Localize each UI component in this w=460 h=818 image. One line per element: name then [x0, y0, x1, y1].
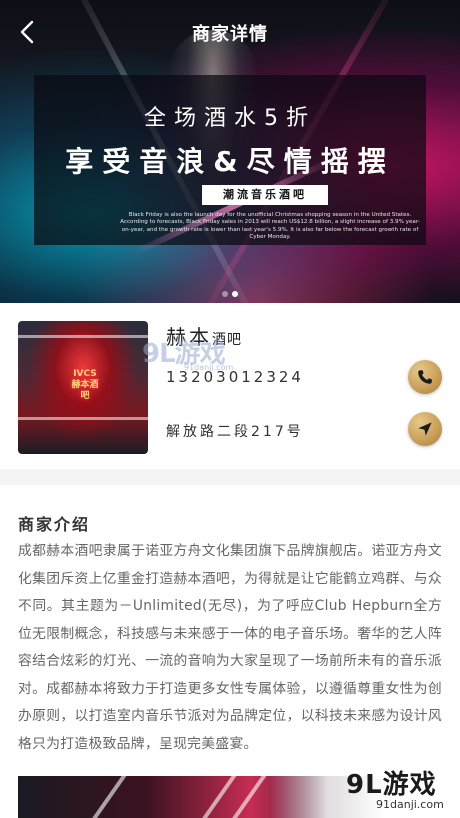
store-photo[interactable]: IVCS 赫本酒吧	[18, 321, 148, 454]
promo-headline: 全场酒水5折	[144, 106, 316, 131]
store-address: 解放路二段217号	[166, 424, 304, 440]
top-bar: 商家详情	[0, 0, 460, 64]
page-title: 商家详情	[192, 24, 268, 45]
store-name: 赫本酒吧	[166, 321, 242, 350]
photo-decoration	[18, 417, 148, 420]
store-phone: 13203012324	[166, 368, 304, 386]
promo-description: Black Friday is also the launch day for …	[120, 212, 420, 241]
carousel-dot-active[interactable]	[232, 291, 238, 297]
store-card: IVCS 赫本酒吧 赫本酒吧 13203012324 解放路二段217号	[0, 303, 460, 469]
phone-icon	[418, 370, 432, 384]
watermark-brand: 9L游戏	[346, 770, 437, 800]
store-name-main: 赫本	[166, 325, 212, 349]
hero-banner[interactable]: 全场酒水5折 享受音浪&尽情摇摆 潮流音乐酒吧 Black Friday is …	[0, 0, 460, 303]
carousel-dots	[0, 291, 460, 297]
call-button[interactable]	[408, 360, 442, 394]
photo-decoration	[18, 335, 148, 338]
store-name-suffix: 酒吧	[212, 332, 242, 348]
watermark-site: 91danji.com	[376, 798, 444, 811]
corner-watermark: 9L游戏 91danji.com	[270, 760, 460, 818]
carousel-dot[interactable]	[222, 291, 228, 297]
navigate-arrow-icon	[418, 422, 432, 436]
photo-decoration	[85, 776, 135, 818]
intro-heading: 商家介绍	[18, 515, 91, 534]
store-photo-sign: IVCS 赫本酒吧	[71, 369, 99, 401]
promo-subheadline: 享受音浪&尽情摇摆	[65, 145, 395, 178]
promo-tag: 潮流音乐酒吧	[202, 185, 328, 205]
navigate-button[interactable]	[408, 412, 442, 446]
intro-body: 成都赫本酒吧隶属于诺亚方舟文化集团旗下品牌旗舰店。诺亚方舟文化集团斥资上亿重金打…	[18, 543, 442, 752]
section-divider	[0, 469, 460, 485]
photo-decoration	[225, 776, 275, 818]
